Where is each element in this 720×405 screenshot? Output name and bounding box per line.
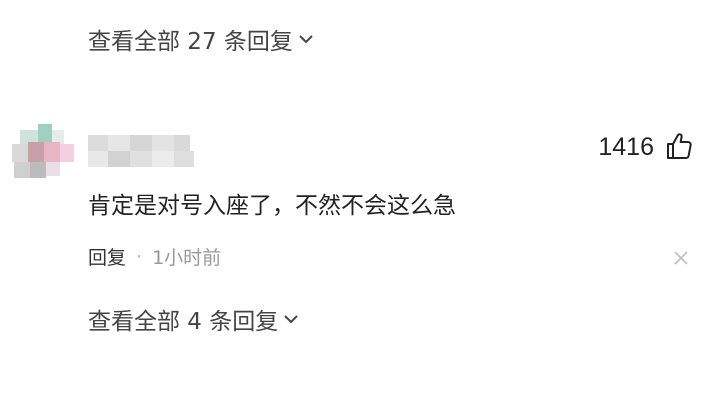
avatar[interactable] [10,118,74,182]
username-blurred [88,135,194,167]
comment-thread: 查看全部 27 条回复 1416 肯定是对号入座了，不然不会这么急 回复 · 1… [0,0,720,405]
chevron-down-icon [284,315,298,324]
thumbs-up-icon[interactable] [666,132,692,160]
separator-dot: · [136,245,143,268]
like-count: 1416 [598,133,654,161]
view-all-replies-button[interactable]: 查看全部 4 条回复 [88,302,300,336]
comment-text: 肯定是对号入座了，不然不会这么急 [88,193,456,219]
view-all-replies-label: 查看全部 27 条回复 [88,29,293,55]
view-all-replies-label: 查看全部 4 条回复 [88,309,279,335]
timestamp: 1小时前 [152,247,222,269]
reply-button[interactable]: 回复 [88,243,126,270]
view-all-replies-button[interactable]: 查看全部 27 条回复 [88,22,315,56]
chevron-down-icon [299,35,313,44]
close-icon[interactable] [674,251,688,265]
comment-meta: 回复 · 1小时前 [88,243,221,270]
